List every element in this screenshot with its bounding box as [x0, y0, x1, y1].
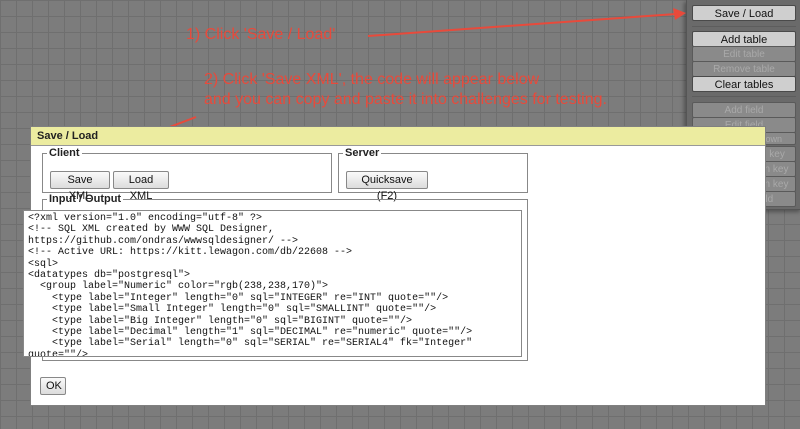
clear-tables-button[interactable]: Clear tables — [692, 76, 796, 92]
xml-textarea[interactable]: <?xml version="1.0" encoding="utf-8" ?> <… — [23, 210, 522, 357]
toolbar-divider — [692, 26, 796, 27]
quicksave-button[interactable]: Quicksave (F2) — [346, 171, 428, 202]
xml-code-line: https://github.com/ondras/wwwsqldesigner… — [28, 235, 299, 247]
xml-code-line: <datatypes db="postgresql"> — [28, 270, 191, 282]
xml-code-line: quote=""/> — [28, 349, 89, 357]
xml-code-line: <type label="Big Integer" length="0" sql… — [28, 315, 413, 327]
arrow-head-icon — [673, 8, 686, 20]
load-xml-button[interactable]: Load XML — [113, 171, 169, 202]
instruction-step-2-line-2: and you can copy and paste it into chall… — [204, 91, 607, 108]
xml-code-line: <!-- Active URL: https://kitt.lewagon.co… — [28, 247, 353, 259]
toolbar-divider — [692, 96, 796, 97]
edit-table-button[interactable]: Edit table — [692, 46, 796, 62]
xml-code-line: <group label="Numeric" color="rgb(238,23… — [28, 281, 329, 293]
xml-code-line: <?xml version="1.0" encoding="utf-8" ?> — [28, 213, 263, 224]
server-legend: Server — [345, 147, 380, 159]
save-xml-button[interactable]: Save XML — [50, 171, 110, 202]
input-output-legend: Input / Output — [49, 193, 122, 205]
instruction-step-1: 1) Click 'Save / Load' — [186, 26, 336, 43]
arrow-to-save-load-icon — [367, 13, 677, 37]
ok-button[interactable]: OK — [40, 377, 66, 395]
remove-table-button[interactable]: Remove table — [692, 61, 796, 77]
xml-code-line: <type label="Decimal" length="1" sql="DE… — [28, 327, 473, 339]
xml-code-line: <type label="Serial" length="0" sql="SER… — [28, 338, 473, 350]
xml-code-line: <type label="Small Integer" length="0" s… — [28, 304, 437, 316]
client-legend: Client — [49, 147, 80, 159]
xml-code-line: <sql> — [28, 258, 59, 270]
dialog-title: Save / Load — [31, 127, 765, 146]
xml-code-line: <!-- SQL XML created by WWW SQL Designer… — [28, 224, 275, 236]
instruction-step-2-line-1: 2) Click 'Save XML', the code will appea… — [204, 71, 540, 88]
xml-code-line: <type label="Integer" length="0" sql="IN… — [28, 292, 449, 304]
add-field-button[interactable]: Add field — [692, 102, 796, 118]
save-load-button[interactable]: Save / Load — [692, 5, 796, 21]
add-table-button[interactable]: Add table — [692, 31, 796, 47]
